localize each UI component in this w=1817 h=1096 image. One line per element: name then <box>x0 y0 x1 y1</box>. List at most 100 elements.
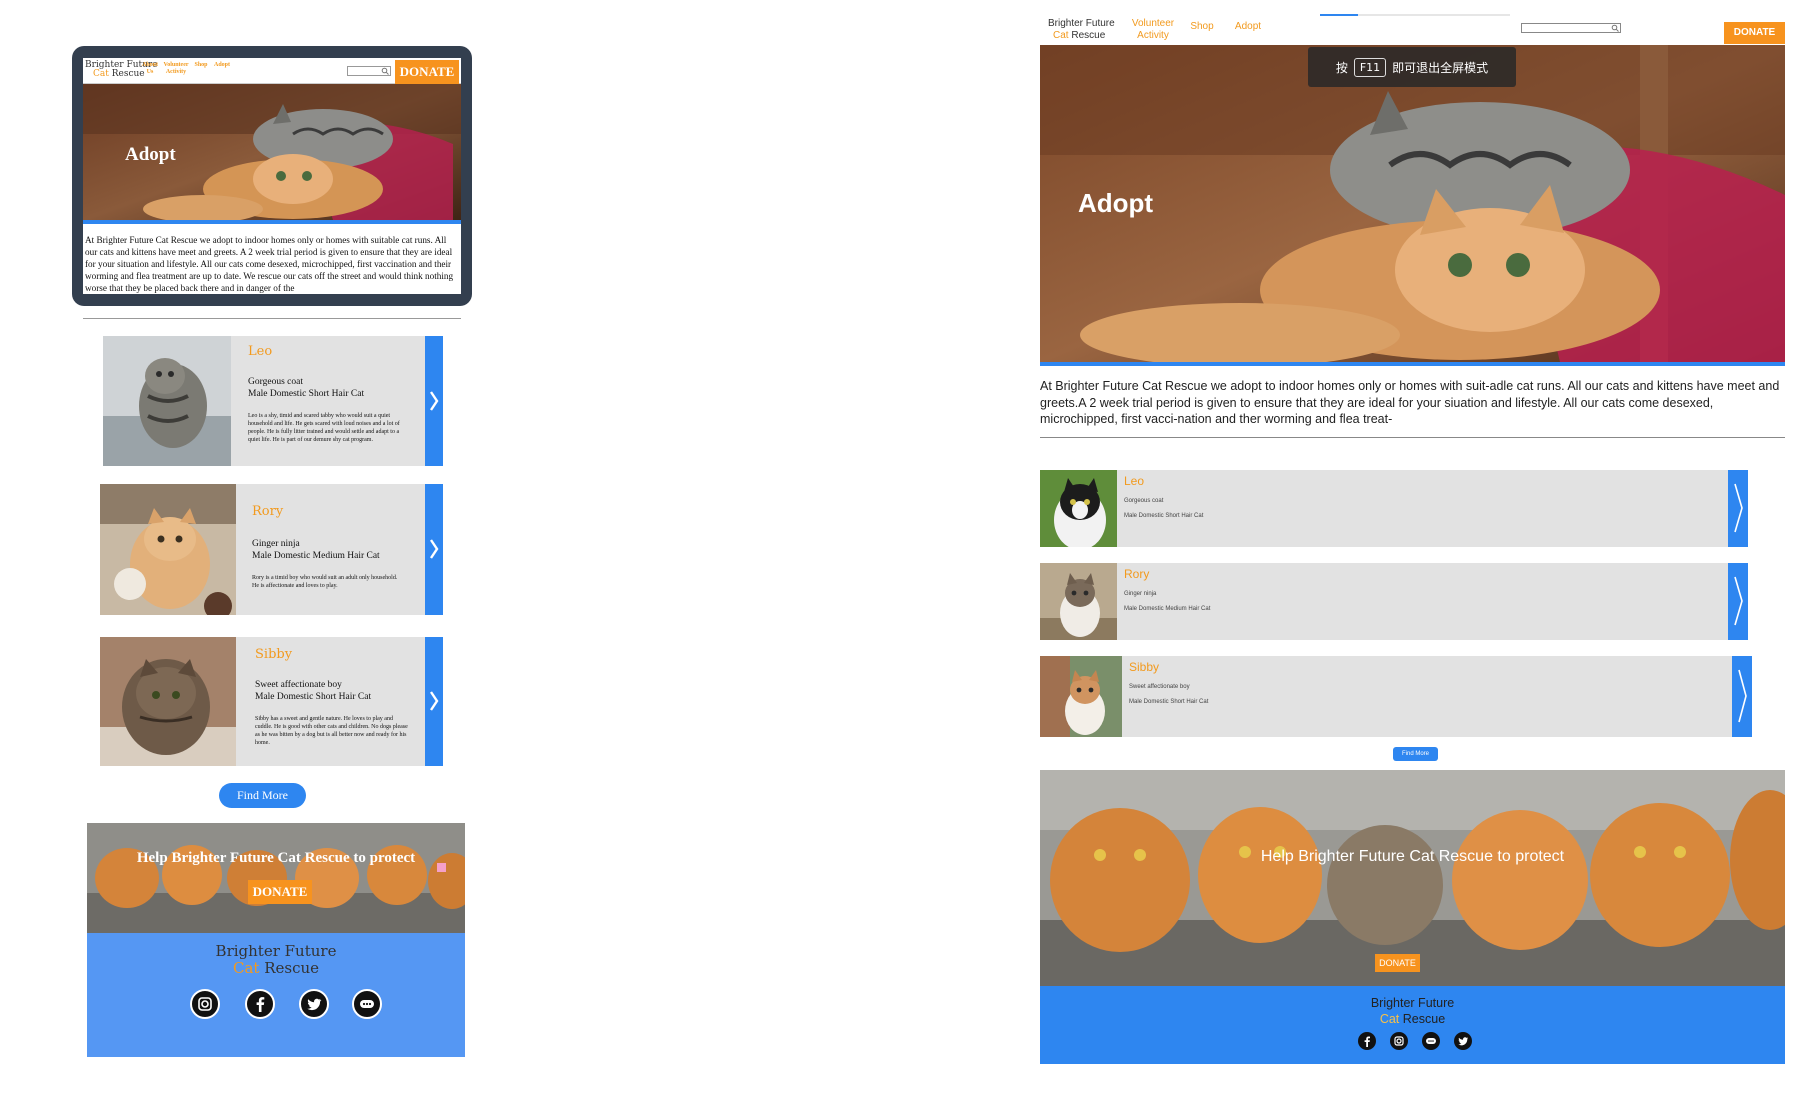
facebook-icon[interactable] <box>245 989 275 1019</box>
mobile-cat-name: Sibby <box>255 647 293 662</box>
mobile-hero-image: Adopt <box>83 84 461 220</box>
leo-photo <box>1040 470 1117 547</box>
mobile-cat-tagline: Ginger ninja <box>252 539 300 549</box>
desktop-footer-brand: Brighter Future Cat Rescue <box>1040 995 1785 1027</box>
leo-photo <box>103 336 231 466</box>
mobile-cat-name: Rory <box>252 504 284 519</box>
toast-suffix: 即可退出全屏模式 <box>1392 60 1489 75</box>
chat-icon[interactable] <box>1422 1032 1440 1050</box>
mobile-donate-button[interactable]: DONATE <box>395 60 459 84</box>
mobile-cat-breed: Male Domestic Short Hair Cat <box>248 389 365 399</box>
instagram-icon[interactable] <box>1390 1032 1408 1050</box>
desktop-cat-name: Leo <box>1124 474 1145 488</box>
page-scroll-indicator-fill <box>1320 14 1358 16</box>
desktop-cat-breed: Male Domestic Short Hair Cat <box>1124 513 1204 519</box>
facebook-glyph <box>1364 1036 1370 1047</box>
brand-rescue-word: Rescue <box>264 959 320 977</box>
sibby-photo <box>100 637 236 766</box>
twitter-icon[interactable] <box>299 989 329 1019</box>
brand-rescue-word: Rescue <box>1402 1012 1446 1026</box>
cats-row-photo <box>87 823 465 933</box>
desktop-cat-breed: Male Domestic Short Hair Cat <box>1129 699 1209 705</box>
desktop-banner-donate-button[interactable]: DONATE <box>1375 954 1420 972</box>
mobile-hero-title: Adopt <box>125 144 176 165</box>
mobile-find-more-button[interactable]: Find More <box>219 783 306 808</box>
mobile-cat-card-sibby[interactable]: Sibby Sweet affectionate boy Male Domest… <box>100 637 443 766</box>
desktop-search-input[interactable] <box>1521 23 1621 33</box>
twitter-icon[interactable] <box>1454 1032 1472 1050</box>
desktop-cat-next-button[interactable] <box>1732 656 1752 737</box>
brand-cat-word: Cat <box>93 69 109 79</box>
mobile-footer-brand: Brighter Future Cat Rescue <box>87 943 465 977</box>
mobile-cat-description: Sibby has a sweet and gentle nature. He … <box>255 716 408 746</box>
desktop-donate-button[interactable]: DONATE <box>1724 22 1785 44</box>
chevron-right-icon <box>1734 576 1743 626</box>
mobile-nav-volunteer-activity[interactable]: Volunteer Activity <box>161 62 191 76</box>
brand-rescue-word: Rescue <box>111 69 145 79</box>
brand-cat-word: Cat <box>232 959 260 977</box>
brand-line-2: Cat Rescue <box>1048 30 1115 42</box>
mobile-screen: Brighter Future Cat Rescue About Us Volu… <box>83 58 461 294</box>
mobile-nav-adopt[interactable]: Adopt <box>212 62 232 69</box>
toast-key: F11 <box>1353 57 1387 77</box>
desktop-brand-logo[interactable]: Brighter Future Cat Rescue <box>1048 18 1115 42</box>
desktop-cat-next-button[interactable] <box>1728 470 1748 547</box>
desktop-nav-volunteer-activity[interactable]: Volunteer Activity <box>1129 18 1177 42</box>
brand-rescue-word: Rescue <box>1071 30 1106 41</box>
chevron-right-icon <box>430 691 439 711</box>
twitter-glyph <box>1458 1037 1469 1046</box>
mobile-banner-text: Help Brighter Future Cat Rescue to prote… <box>136 850 416 866</box>
mobile-search-input[interactable] <box>347 66 391 76</box>
desktop-intro-text: At Brighter Future Cat Rescue we adopt t… <box>1040 379 1780 426</box>
desktop-nav-shop[interactable]: Shop <box>1190 21 1214 33</box>
mobile-cat-breed: Male Domestic Short Hair Cat <box>255 692 372 702</box>
desktop-hero-image: Adopt <box>1040 45 1785 362</box>
chat-glyph <box>360 1000 374 1008</box>
desktop-cat-breed: Male Domestic Medium Hair Cat <box>1124 606 1211 612</box>
mobile-cat-name: Leo <box>248 344 273 359</box>
mobile-footer: Brighter Future Cat Rescue <box>87 933 465 1057</box>
brand-line-2: Cat Rescue <box>1040 1011 1785 1027</box>
desktop-banner-text: Help Brighter Future Cat Rescue to prote… <box>1260 848 1565 865</box>
fullscreen-exit-toast: 按 F11 即可退出全屏模式 <box>1308 47 1516 87</box>
chevron-right-icon <box>430 391 439 411</box>
chevron-right-icon <box>430 539 439 559</box>
desktop-donate-banner: Help Brighter Future Cat Rescue to prote… <box>1040 770 1785 986</box>
desktop-hero-accent-bar <box>1040 362 1785 366</box>
mobile-banner-donate-button[interactable]: DONATE <box>248 880 312 904</box>
instagram-glyph <box>1394 1036 1404 1046</box>
mobile-nav-about-us[interactable]: About Us <box>141 62 159 76</box>
desktop-cat-card-sibby[interactable]: Sibby Sweet affectionate boy Male Domest… <box>1040 656 1752 737</box>
desktop-cat-tagline: Gorgeous coat <box>1124 498 1164 504</box>
facebook-icon[interactable] <box>1358 1032 1376 1050</box>
brand-cat-word: Cat <box>1053 30 1069 41</box>
mobile-cat-tagline: Gorgeous coat <box>248 377 303 387</box>
desktop-cat-tagline: Ginger ninja <box>1124 591 1157 597</box>
chat-icon[interactable] <box>352 989 382 1019</box>
facebook-glyph <box>256 997 265 1012</box>
mobile-cat-next-button[interactable] <box>425 336 443 466</box>
mobile-divider <box>83 318 461 319</box>
mobile-nav-shop[interactable]: Shop <box>192 62 210 69</box>
desktop-divider <box>1040 437 1785 438</box>
mobile-cat-card-rory[interactable]: Rory Ginger ninja Male Domestic Medium H… <box>100 484 443 615</box>
desktop-cat-card-leo[interactable]: Leo Gorgeous coat Male Domestic Short Ha… <box>1040 470 1748 547</box>
mobile-cat-next-button[interactable] <box>425 637 443 766</box>
desktop-cat-next-button[interactable] <box>1728 563 1748 640</box>
desktop-find-more-button[interactable]: Find More <box>1393 747 1438 761</box>
mobile-cat-description: Rory is a timid boy who would suit an ad… <box>252 575 398 589</box>
desktop-nav-adopt[interactable]: Adopt <box>1233 21 1263 33</box>
mobile-cat-next-button[interactable] <box>425 484 443 615</box>
mobile-navbar: Brighter Future Cat Rescue About Us Volu… <box>83 58 461 84</box>
desktop-cat-name: Rory <box>1124 567 1150 581</box>
brand-line-1: Brighter Future <box>1048 18 1115 29</box>
chevron-right-icon <box>1738 669 1747 723</box>
mobile-cat-description: Leo is a shy, timid and scared tabby who… <box>248 413 400 443</box>
search-icon <box>1611 24 1619 32</box>
brand-cat-word: Cat <box>1379 1012 1400 1026</box>
mobile-cat-card-leo[interactable]: Leo Gorgeous coat Male Domestic Short Ha… <box>103 336 443 466</box>
mobile-intro-text: At Brighter Future Cat Rescue we adopt t… <box>85 235 454 293</box>
desktop-cat-card-rory[interactable]: Rory Ginger ninja Male Domestic Medium H… <box>1040 563 1748 640</box>
mobile-cat-tagline: Sweet affectionate boy <box>255 680 342 690</box>
instagram-icon[interactable] <box>190 989 220 1019</box>
